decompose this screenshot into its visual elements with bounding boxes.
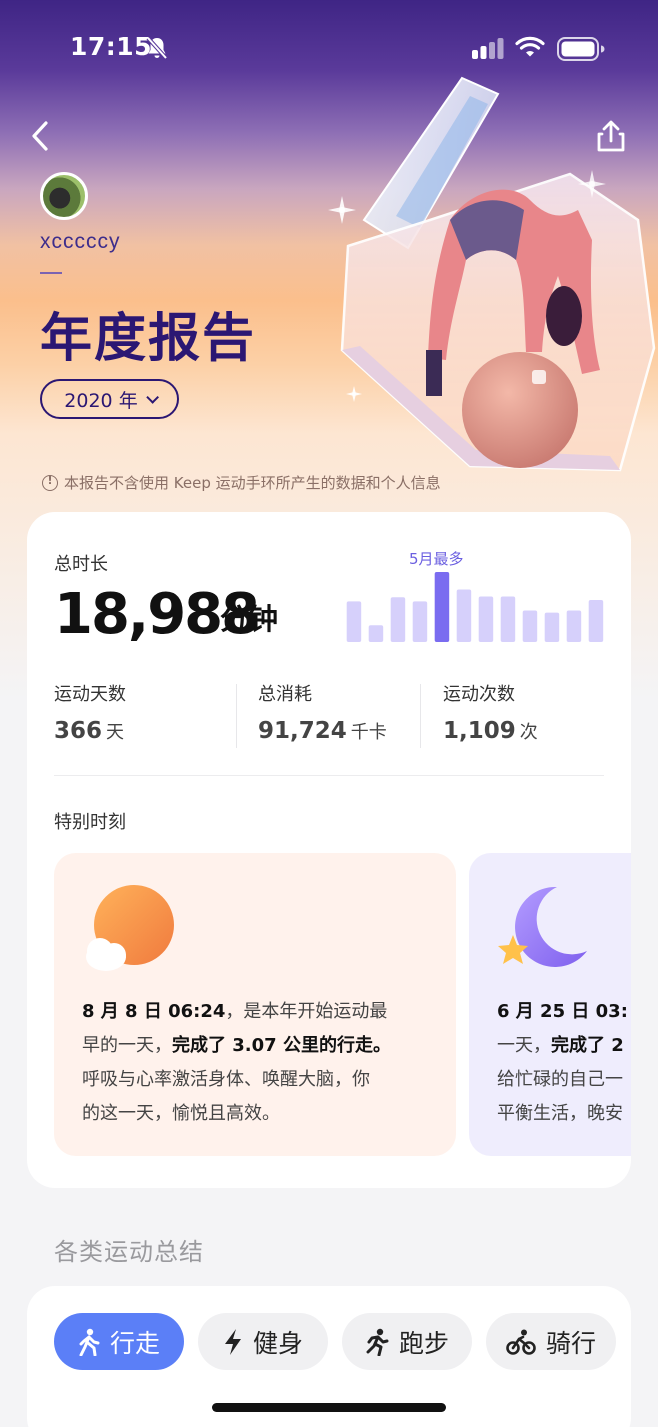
run-icon [366, 1328, 389, 1356]
moment-text: 6 月 25 日 03: 一天，完成了 2 给忙碌的自己一 平衡生活，晚安 [497, 995, 631, 1131]
tab-cycling[interactable]: 骑行 [486, 1313, 616, 1370]
month-bar [456, 589, 472, 642]
month-bar [500, 596, 516, 642]
stat-unit: 天 [106, 722, 125, 743]
walk-icon [79, 1328, 100, 1356]
stat-value: 366 天 [54, 718, 126, 744]
month-bar [434, 572, 450, 642]
tab-label: 跑步 [398, 1328, 449, 1358]
stat-unit: 千卡 [350, 722, 387, 743]
moment-line: 给忙碌的自己一 [497, 1069, 623, 1090]
bike-icon [506, 1329, 536, 1355]
total-duration-unit: 分钟 [220, 602, 279, 636]
tab-walk[interactable]: 行走 [54, 1313, 184, 1370]
stat-number: 91,724 [258, 718, 347, 744]
max-month-label: 5月最多 [409, 550, 464, 568]
total-duration-label: 总时长 [54, 554, 108, 575]
moment-line: 一天， [497, 1035, 551, 1056]
bolt-icon [224, 1328, 241, 1355]
month-bar [390, 597, 406, 642]
notice: 本报告不含使用 Keep 运动手环所产生的数据和个人信息 [42, 472, 441, 493]
stat-label: 总消耗 [258, 684, 312, 705]
moment-highlight: 完成了 2 [551, 1035, 624, 1056]
tab-label: 健身 [252, 1328, 303, 1358]
monthly-bar-chart [346, 572, 604, 642]
month-bar [412, 601, 428, 642]
notice-text: 本报告不含使用 Keep 运动手环所产生的数据和个人信息 [64, 474, 441, 492]
divider [54, 775, 604, 776]
month-bar [588, 600, 604, 642]
chevron-down-icon [145, 390, 159, 404]
stat-unit: 次 [519, 722, 538, 743]
sun-icon [86, 885, 174, 971]
moment-card-late[interactable]: 6 月 25 日 03: 一天，完成了 2 给忙碌的自己一 平衡生活，晚安 [469, 853, 631, 1156]
year-dropdown-label: 2020 年 [64, 389, 138, 412]
month-bar [522, 610, 538, 642]
month-bar [478, 596, 494, 642]
battery-icon [557, 37, 605, 61]
page-title: 年度报告 [40, 309, 257, 369]
month-bar [544, 612, 560, 642]
bell-off-icon [146, 36, 168, 60]
tab-run[interactable]: 跑步 [342, 1313, 472, 1370]
moment-date: 6 月 25 日 03: [497, 1001, 628, 1022]
info-icon [42, 474, 58, 491]
stat-days: 运动天数 366 天 [54, 680, 126, 748]
moment-card-early[interactable]: 8 月 8 日 06:24，是本年开始运动最 早的一天，完成了 3.07 公里的… [54, 853, 456, 1156]
month-bar [346, 601, 362, 642]
divider [420, 684, 421, 748]
stat-calories: 总消耗 91,724 千卡 [258, 680, 387, 748]
summary-card: 总时长 18,988 分钟 5月最多 运动天数 366 天 总消耗 91,724 千… [27, 512, 631, 1188]
tab-label: 骑行 [545, 1328, 596, 1358]
moment-highlight: 完成了 3.07 公里的行走。 [172, 1035, 391, 1056]
signal-icon [472, 38, 504, 59]
username: xcccccy [40, 230, 121, 253]
stat-label: 运动天数 [54, 684, 126, 705]
moment-line: 的这一天，愉悦且高效。 [82, 1103, 280, 1124]
special-moments-label: 特别时刻 [54, 812, 126, 833]
status-time: 17:15 [70, 32, 153, 61]
stats-row: 运动天数 366 天 总消耗 91,724 千卡 运动次数 1,109 次 [54, 680, 604, 750]
divider [236, 684, 237, 748]
tab-label: 行走 [109, 1328, 160, 1358]
stat-label: 运动次数 [443, 684, 515, 705]
month-bar [368, 625, 384, 642]
moment-line: ，是本年开始运动最 [225, 1001, 388, 1022]
moment-line: 平衡生活，晚安 [497, 1103, 623, 1124]
moon-icon [498, 886, 587, 967]
moment-text: 8 月 8 日 06:24，是本年开始运动最 早的一天，完成了 3.07 公里的… [82, 995, 432, 1131]
moment-line: 呼吸与心率激活身体、唤醒大脑，你 [82, 1069, 370, 1090]
year-dropdown[interactable]: 2020 年 [40, 379, 179, 419]
tab-fitness[interactable]: 健身 [198, 1313, 328, 1370]
stat-value: 91,724 千卡 [258, 718, 387, 744]
moment-date: 8 月 8 日 06:24 [82, 1001, 226, 1022]
hero-illustration [328, 76, 656, 472]
stat-number: 366 [54, 718, 103, 744]
divider [40, 272, 62, 274]
stat-sessions: 运动次数 1,109 次 [443, 680, 538, 748]
home-indicator[interactable] [212, 1403, 446, 1412]
month-bar [566, 610, 582, 642]
stat-number: 1,109 [443, 718, 516, 744]
back-button[interactable] [26, 118, 56, 154]
stat-value: 1,109 次 [443, 718, 538, 744]
section-title: 各类运动总结 [54, 1238, 204, 1266]
wifi-icon [515, 36, 545, 57]
avatar[interactable] [40, 172, 88, 220]
moment-line: 早的一天， [82, 1035, 172, 1056]
